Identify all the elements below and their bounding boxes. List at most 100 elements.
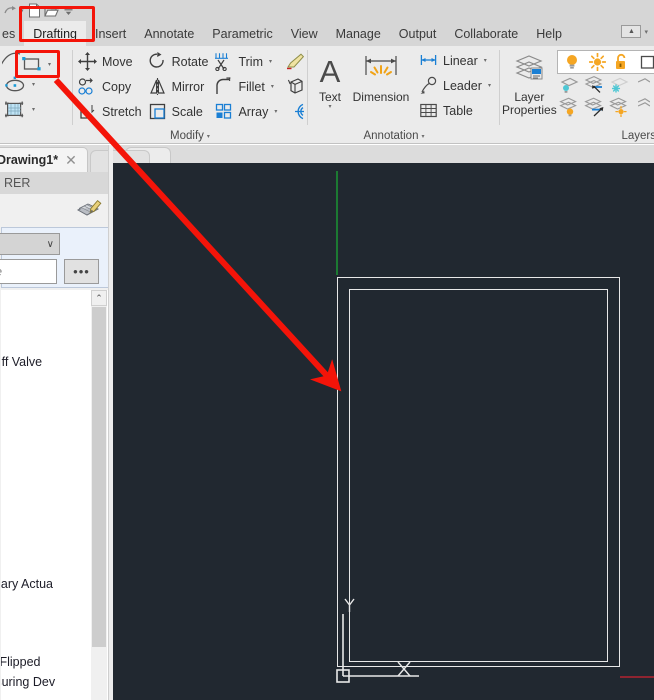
- erase-tool-row[interactable]: [282, 49, 308, 74]
- layer-thaw-all-icon[interactable]: [607, 96, 632, 118]
- array-button[interactable]: Array ▾: [211, 99, 280, 124]
- chevron-down-icon[interactable]: ▾: [482, 82, 491, 89]
- annotation-panel-title-label: Annotation: [363, 130, 419, 142]
- layer-previous-icon[interactable]: [632, 96, 654, 118]
- annotation-panel-title: Annotation ▾: [304, 130, 484, 142]
- browse-button[interactable]: •••: [64, 259, 99, 284]
- ribbon-tab-help[interactable]: Help: [527, 21, 571, 46]
- leader-button[interactable]: Leader ▾: [416, 73, 494, 98]
- palette-filter-bar: bols ∨ t Type •••: [0, 227, 113, 288]
- copy-label: Copy: [102, 79, 132, 94]
- leader-label: Leader: [443, 78, 482, 93]
- hatch-tool-row[interactable]: ▾: [2, 97, 39, 122]
- layer-make-current-icon[interactable]: [582, 96, 607, 118]
- chevron-down-icon[interactable]: ▾: [28, 106, 39, 113]
- search-input[interactable]: t Type: [0, 259, 57, 284]
- drawing-canvas[interactable]: [113, 163, 654, 700]
- layer-unlock-icon[interactable]: [610, 51, 635, 73]
- isolate-layer-icon[interactable]: [557, 74, 582, 96]
- list-item[interactable]: Measuring Dev: [1, 674, 55, 691]
- minimize-ribbon-icon[interactable]: ▲: [621, 25, 642, 38]
- table-label: Table: [443, 103, 473, 118]
- scrollbar-thumb[interactable]: [92, 307, 106, 647]
- close-icon[interactable]: ✕: [65, 152, 77, 169]
- layer-thaw-sun-icon[interactable]: [585, 51, 610, 73]
- drafting-tab-highlight: [19, 6, 95, 42]
- palette-tab-label: Drawing1*: [0, 153, 59, 167]
- fillet-button[interactable]: Fillet ▾: [211, 74, 280, 99]
- scroll-up-button[interactable]: ⌃: [91, 290, 107, 306]
- palette-tab-drawing1[interactable]: Drawing1* ✕: [0, 147, 88, 172]
- draw-panel-caret[interactable]: ▾: [0, 102, 8, 109]
- scale-button[interactable]: Scale: [145, 99, 212, 124]
- chevron-down-icon[interactable]: ▾: [268, 108, 277, 115]
- trim-button[interactable]: Trim ▾: [211, 49, 280, 74]
- layer-turn-all-on-icon[interactable]: [557, 96, 582, 118]
- green-axis-line: [336, 171, 338, 275]
- linear-dimension-icon: [417, 51, 440, 70]
- ribbon-tab-collaborate[interactable]: Collaborate: [445, 21, 527, 46]
- chevron-down-icon[interactable]: ▾: [478, 57, 487, 64]
- minimize-ribbon-control[interactable]: ▲ ▾: [621, 25, 648, 38]
- dimension-icon: [361, 51, 401, 91]
- layer-freeze-icon[interactable]: [582, 74, 607, 96]
- layer-properties-label-2: Properties: [502, 103, 557, 117]
- draw-panel-partial-label: rc: [0, 86, 16, 98]
- redo-arrow-icon[interactable]: [2, 2, 19, 19]
- fillet-label: Fillet: [238, 79, 265, 94]
- palette-scrollbar[interactable]: ⌃: [91, 290, 107, 700]
- chevron-down-icon[interactable]: ▾: [265, 83, 274, 90]
- edit-palette-icon[interactable]: [76, 196, 103, 225]
- rotate-button[interactable]: Rotate: [145, 49, 212, 74]
- chevron-down-icon[interactable]: ▾: [263, 58, 272, 65]
- table-icon: [417, 101, 440, 120]
- category-select[interactable]: bols ∨: [0, 233, 60, 255]
- scale-label: Scale: [171, 104, 203, 119]
- fillet-icon: [212, 77, 235, 96]
- svg-text:A: A: [320, 54, 341, 88]
- list-item[interactable]: ate - Flipped: [1, 654, 40, 671]
- move-button[interactable]: Move: [75, 49, 145, 74]
- red-axis-line: [620, 676, 654, 678]
- explode-icon[interactable]: [282, 75, 308, 98]
- explode-tool-row[interactable]: [282, 74, 308, 99]
- chevron-down-icon[interactable]: ▾: [207, 133, 210, 140]
- move-icon: [76, 52, 99, 71]
- list-item[interactable]: hut Off Valve: [1, 354, 42, 371]
- mirror-label: Mirror: [171, 79, 205, 94]
- layer-match-icon[interactable]: [632, 74, 654, 96]
- leader-icon: [417, 76, 440, 95]
- layer-color-swatch-icon[interactable]: [635, 51, 654, 73]
- mirror-icon: [146, 77, 169, 96]
- stretch-button[interactable]: Stretch: [75, 99, 145, 124]
- list-item[interactable]: d Rotary Actua: [1, 576, 53, 593]
- ribbon-tab-manage[interactable]: Manage: [327, 21, 390, 46]
- palette-toolstrip: [0, 194, 113, 227]
- erase-icon[interactable]: [282, 50, 308, 73]
- ribbon-tab-annotate[interactable]: Annotate: [135, 21, 203, 46]
- modify-panel-title-label: Modify: [170, 130, 204, 142]
- chevron-down-icon[interactable]: ▾: [48, 61, 51, 68]
- ribbon-panel-modify: Move Copy Stretch Rotate Mirror Scale Tr…: [73, 46, 307, 144]
- chevron-down-icon[interactable]: ▾: [328, 103, 331, 110]
- layer-on-bulb-icon[interactable]: [560, 51, 585, 73]
- move-label: Move: [102, 54, 133, 69]
- scrollbar-track[interactable]: [92, 647, 106, 700]
- chevron-down-icon[interactable]: ▾: [644, 28, 648, 36]
- ribbon-tab-output[interactable]: Output: [390, 21, 446, 46]
- application-window: ▾ es Drafting Insert Annotate Parametric…: [0, 0, 654, 700]
- layer-state-toolbar: [556, 50, 654, 74]
- ribbon-tab-parametric[interactable]: Parametric: [203, 21, 281, 46]
- rectangle-tool[interactable]: ▾: [21, 56, 54, 73]
- offset-tool-row[interactable]: [282, 99, 308, 124]
- chevron-down-icon[interactable]: ▾: [28, 81, 39, 88]
- table-button[interactable]: Table: [416, 98, 494, 123]
- copy-button[interactable]: Copy: [75, 74, 145, 99]
- linear-dimension-button[interactable]: Linear ▾: [416, 48, 494, 73]
- chevron-down-icon[interactable]: ∨: [47, 239, 54, 250]
- chevron-down-icon[interactable]: ▾: [421, 133, 424, 140]
- mirror-button[interactable]: Mirror: [145, 74, 212, 99]
- layer-off-icon[interactable]: [607, 74, 632, 96]
- ribbon-tab-view[interactable]: View: [282, 21, 327, 46]
- offset-icon[interactable]: [282, 100, 308, 123]
